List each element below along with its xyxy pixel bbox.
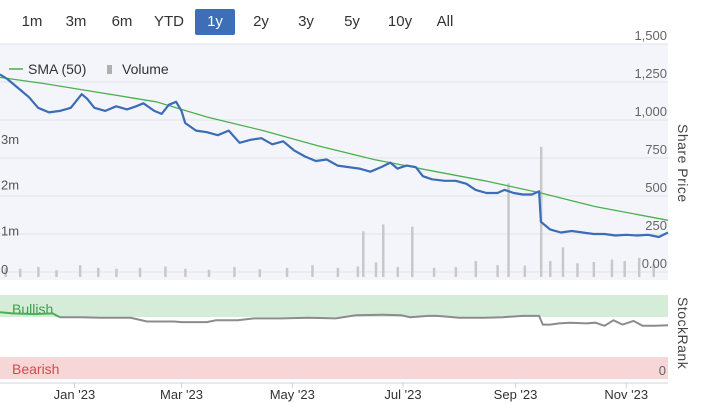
volume-bar bbox=[610, 259, 614, 277]
volume-bar bbox=[18, 268, 22, 277]
price-tick-label: 250 bbox=[645, 218, 667, 233]
volume-bar bbox=[138, 267, 142, 277]
volume-bar bbox=[336, 267, 340, 277]
volume-bar bbox=[233, 266, 236, 277]
price-tick-label: 1,250 bbox=[634, 66, 667, 81]
volume-bar bbox=[374, 262, 378, 277]
x-tick-label: Jul '23 bbox=[384, 387, 421, 402]
x-tick-label: May '23 bbox=[270, 387, 315, 402]
volume-bar bbox=[592, 261, 596, 277]
stock-chart: SMA (50) Volume 1,500 1,250 1,000 750 500 250… bbox=[0, 28, 691, 402]
stockrank-axis-title: StockRank bbox=[675, 297, 691, 370]
volume-bar bbox=[454, 266, 458, 277]
x-tick-label: Mar '23 bbox=[160, 387, 203, 402]
volume-bar bbox=[356, 266, 360, 277]
volume-bar bbox=[258, 269, 262, 277]
volume-tick-label: 0 bbox=[1, 262, 8, 277]
stockrank-panel: Bullish Bearish 100 0 StockRank bbox=[0, 288, 691, 379]
volume-bar bbox=[184, 268, 187, 277]
volume-bar bbox=[396, 266, 400, 277]
price-tick-label: 500 bbox=[645, 180, 667, 195]
volume-bar bbox=[115, 268, 118, 277]
x-tick-label: Sep '23 bbox=[494, 387, 538, 402]
volume-bar bbox=[523, 265, 527, 277]
stockrank-tick-bottom: 0 bbox=[659, 363, 666, 378]
volume-bar bbox=[164, 266, 167, 277]
volume-bar bbox=[496, 265, 499, 277]
volume-bar bbox=[311, 265, 314, 277]
bearish-label: Bearish bbox=[12, 361, 59, 377]
x-tick-label: Jan '23 bbox=[54, 387, 96, 402]
sma-legend-label: SMA (50) bbox=[28, 61, 86, 77]
price-tick-label: 750 bbox=[645, 142, 667, 157]
volume-bar bbox=[411, 226, 414, 277]
volume-bar bbox=[549, 261, 552, 277]
volume-bar bbox=[37, 266, 40, 277]
volume-legend-label: Volume bbox=[122, 61, 169, 77]
volume-bar bbox=[474, 261, 478, 277]
price-tick-label: 1,500 bbox=[634, 28, 667, 43]
volume-tick-label: 3m bbox=[1, 132, 19, 147]
volume-tick-label: 1m bbox=[1, 223, 19, 238]
volume-bar bbox=[97, 267, 100, 277]
volume-bar bbox=[637, 257, 641, 277]
price-tick-label: 1,000 bbox=[634, 104, 667, 119]
volume-bar bbox=[78, 265, 82, 277]
volume-bar bbox=[507, 183, 510, 277]
volume-bar bbox=[576, 263, 579, 277]
volume-bar bbox=[207, 269, 211, 277]
volume-tick-label: 2m bbox=[1, 178, 19, 193]
volume-bar bbox=[362, 231, 365, 277]
price-tick-label: 0.00 bbox=[642, 256, 667, 271]
bearish-band bbox=[0, 357, 668, 379]
x-tick-label: Nov '23 bbox=[604, 387, 648, 402]
x-axis: Jan '23 Mar '23 May '23 Jul '23 Sep '23 Nov '… bbox=[54, 383, 648, 402]
volume-bar bbox=[432, 267, 436, 277]
volume-bar bbox=[285, 267, 289, 277]
price-axis-title: Share Price bbox=[675, 124, 691, 203]
bullish-band bbox=[0, 295, 668, 317]
volume-bar bbox=[623, 261, 626, 277]
volume-bar bbox=[55, 270, 58, 277]
volume-bar bbox=[561, 247, 565, 277]
volume-legend-swatch bbox=[107, 65, 112, 74]
stockrank-tick-top: 100 bbox=[644, 288, 666, 303]
volume-bar bbox=[382, 224, 385, 277]
price-plot-area bbox=[0, 44, 668, 280]
